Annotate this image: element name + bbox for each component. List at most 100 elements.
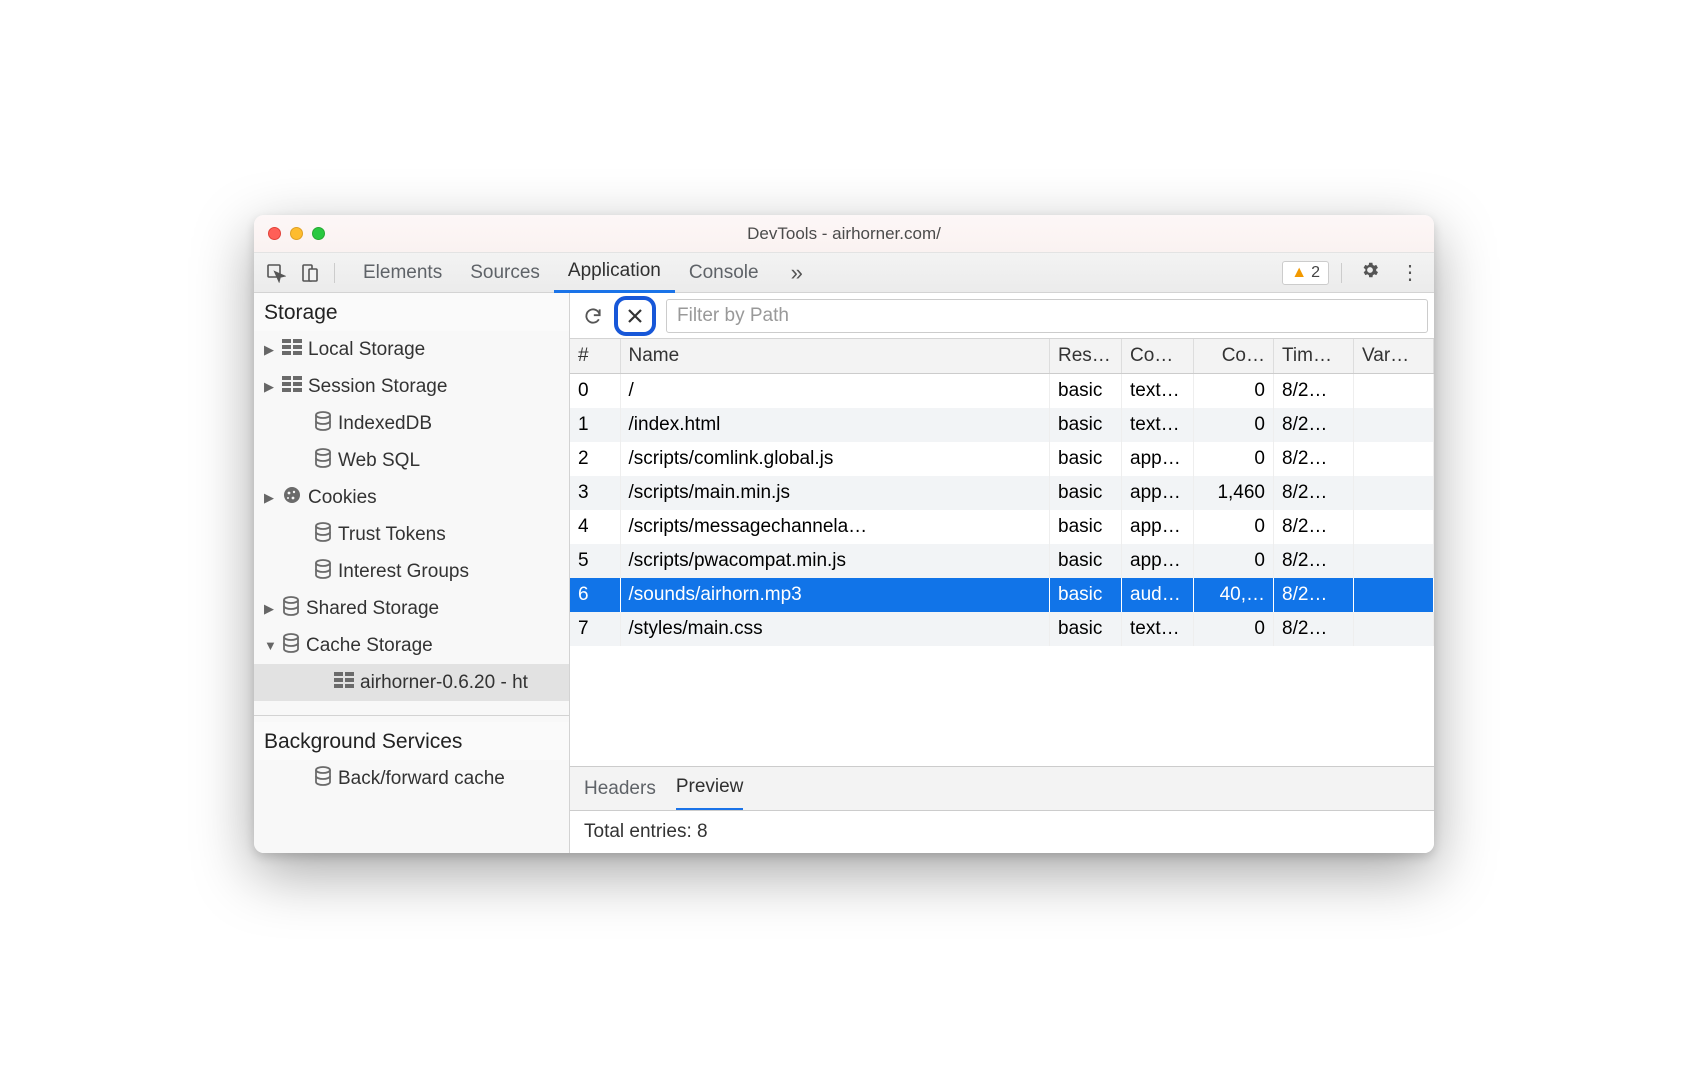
minimize-window-button[interactable] <box>290 227 303 240</box>
inspect-element-icon[interactable] <box>262 259 290 287</box>
background-services-header: Background Services <box>254 722 569 760</box>
table-header[interactable]: Co… <box>1194 339 1274 374</box>
close-window-button[interactable] <box>268 227 281 240</box>
detail-tab-preview[interactable]: Preview <box>676 767 744 811</box>
table-header[interactable]: Res… <box>1050 339 1122 374</box>
panel-tab-console[interactable]: Console <box>675 253 773 293</box>
table-row[interactable]: 1/index.htmlbasictext…08/2… <box>570 408 1434 442</box>
sidebar-item-local-storage[interactable]: ▶Local Storage <box>254 331 569 368</box>
table-row[interactable]: 4/scripts/messagechannela…basicapp…08/2… <box>570 510 1434 544</box>
table-cell: 8/2… <box>1274 476 1354 510</box>
expand-icon[interactable]: ▶ <box>264 601 276 617</box>
table-cell: 0 <box>1194 442 1274 476</box>
table-header[interactable]: Var… <box>1354 339 1434 374</box>
sidebar-item-cookies[interactable]: ▶ Cookies <box>254 479 569 516</box>
expand-icon[interactable]: ▶ <box>264 379 276 395</box>
panel-tab-elements[interactable]: Elements <box>349 253 456 293</box>
table-cell: text… <box>1122 374 1194 409</box>
expand-icon[interactable]: ▶ <box>264 490 276 506</box>
table-header-row: #NameRes…Co…Co…Tim…Var… <box>570 339 1434 374</box>
sidebar-item-airhorner-0-6-20-ht[interactable]: airhorner-0.6.20 - ht <box>254 664 569 701</box>
table-cell <box>1354 544 1434 578</box>
table-cell: basic <box>1050 374 1122 409</box>
toolbar-separator <box>334 263 335 283</box>
table-cell: 8/2… <box>1274 408 1354 442</box>
db-icon <box>314 411 332 437</box>
table-cell <box>1354 510 1434 544</box>
settings-icon[interactable] <box>1354 260 1386 286</box>
table-cell: basic <box>1050 510 1122 544</box>
table-cell: 0 <box>1194 510 1274 544</box>
sidebar-item-session-storage[interactable]: ▶Session Storage <box>254 368 569 405</box>
expand-icon[interactable]: ▼ <box>264 638 276 653</box>
sidebar-item-web-sql[interactable]: Web SQL <box>254 442 569 479</box>
more-tabs-button[interactable]: » <box>779 260 815 286</box>
clear-button[interactable] <box>614 296 656 336</box>
zoom-window-button[interactable] <box>312 227 325 240</box>
warnings-badge[interactable]: ▲ 2 <box>1282 261 1329 285</box>
filter-input[interactable] <box>666 299 1428 333</box>
detail-tabs: Headers Preview <box>570 766 1434 810</box>
panel-tab-sources[interactable]: Sources <box>456 253 554 293</box>
table-cell: 8/2… <box>1274 544 1354 578</box>
summary-bar: Total entries: 8 <box>570 810 1434 853</box>
table-icon <box>282 339 302 361</box>
table-cell: 8/2… <box>1274 510 1354 544</box>
db-icon <box>314 522 332 548</box>
sidebar-item-trust-tokens[interactable]: Trust Tokens <box>254 516 569 553</box>
table-header[interactable]: Tim… <box>1274 339 1354 374</box>
table-row[interactable]: 7/styles/main.cssbasictext…08/2… <box>570 612 1434 646</box>
table-row[interactable]: 5/scripts/pwacompat.min.jsbasicapp…08/2… <box>570 544 1434 578</box>
table-row[interactable]: 3/scripts/main.min.jsbasicapp…1,4608/2… <box>570 476 1434 510</box>
sidebar-item-cache-storage[interactable]: ▼Cache Storage <box>254 627 569 664</box>
sidebar-item-indexeddb[interactable]: IndexedDB <box>254 405 569 442</box>
filter-bar <box>570 293 1434 339</box>
table-header[interactable]: # <box>570 339 620 374</box>
table-row[interactable]: 0/basictext…08/2… <box>570 374 1434 409</box>
table-cell: 6 <box>570 578 620 612</box>
table-cell <box>1354 612 1434 646</box>
cache-table: #NameRes…Co…Co…Tim…Var… 0/basictext…08/2… <box>570 339 1434 766</box>
table-cell: 8/2… <box>1274 612 1354 646</box>
expand-icon[interactable]: ▶ <box>264 342 276 358</box>
table-header[interactable]: Co… <box>1122 339 1194 374</box>
table-body: 0/basictext…08/2…1/index.htmlbasictext…0… <box>570 374 1434 647</box>
table-cell: 0 <box>1194 544 1274 578</box>
table-header[interactable]: Name <box>620 339 1050 374</box>
more-options-icon[interactable]: ⋮ <box>1394 260 1426 285</box>
db-icon <box>314 766 332 792</box>
main-toolbar: ElementsSourcesApplicationConsole » ▲ 2 … <box>254 253 1434 293</box>
sidebar-item-interest-groups[interactable]: Interest Groups <box>254 553 569 590</box>
sidebar-item-label: Trust Tokens <box>338 524 446 546</box>
device-toggle-icon[interactable] <box>296 259 324 287</box>
db-icon <box>314 559 332 585</box>
table-cell: 0 <box>570 374 620 409</box>
table-cell: /scripts/messagechannela… <box>620 510 1050 544</box>
table-cell: 8/2… <box>1274 442 1354 476</box>
window-controls <box>268 227 325 240</box>
panel-tabs: ElementsSourcesApplicationConsole <box>349 253 773 293</box>
warnings-count: 2 <box>1311 264 1320 282</box>
titlebar: DevTools - airhorner.com/ <box>254 215 1434 253</box>
sidebar-item-label: IndexedDB <box>338 413 432 435</box>
storage-tree: ▶Local Storage▶Session Storage IndexedDB W… <box>254 331 569 709</box>
table-cell: app… <box>1122 476 1194 510</box>
table-cell: app… <box>1122 544 1194 578</box>
db-icon <box>282 596 300 622</box>
sidebar-item-back-forward-cache[interactable]: Back/forward cache <box>254 760 569 797</box>
sidebar-item-label: airhorner-0.6.20 - ht <box>360 672 528 694</box>
storage-sidebar: Storage ▶Local Storage▶Session StorageIn… <box>254 293 570 853</box>
refresh-button[interactable] <box>576 299 610 333</box>
table-row[interactable]: 6/sounds/airhorn.mp3basicaud…40,…8/2… <box>570 578 1434 612</box>
detail-tab-headers[interactable]: Headers <box>584 767 656 811</box>
table-cell: basic <box>1050 442 1122 476</box>
sidebar-item-shared-storage[interactable]: ▶Shared Storage <box>254 590 569 627</box>
warning-icon: ▲ <box>1291 264 1307 282</box>
cookie-icon <box>282 485 302 511</box>
table-cell <box>1354 442 1434 476</box>
table-cell: 8/2… <box>1274 374 1354 409</box>
table-row[interactable]: 2/scripts/comlink.global.jsbasicapp…08/2… <box>570 442 1434 476</box>
panel-tab-application[interactable]: Application <box>554 253 675 293</box>
table-cell <box>1354 578 1434 612</box>
sidebar-item-label: Cookies <box>308 487 377 509</box>
